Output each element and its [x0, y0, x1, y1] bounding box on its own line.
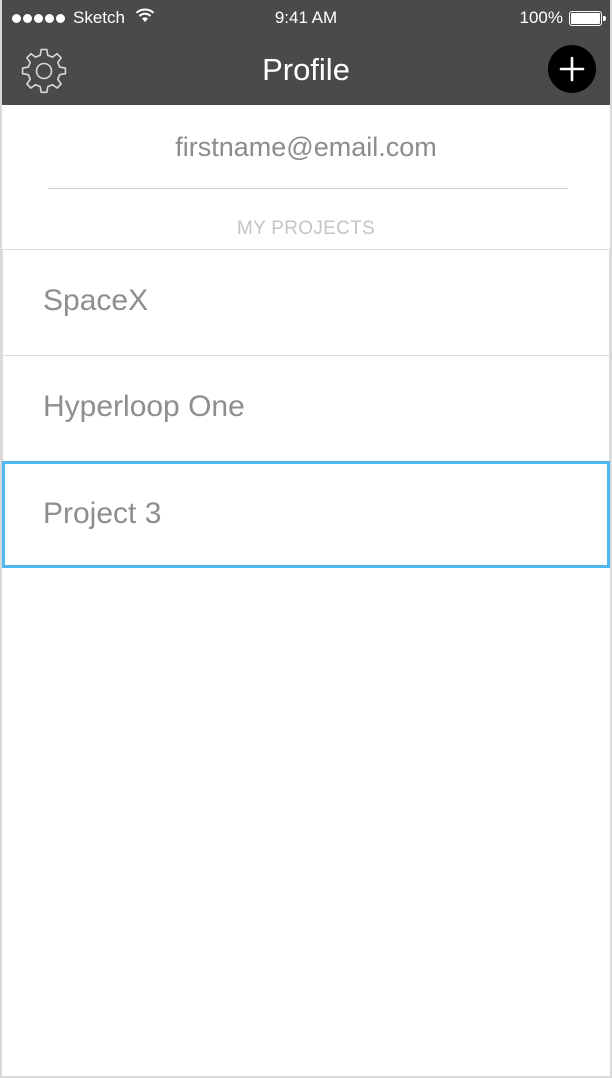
project-item-project-3[interactable]: Project 3 [2, 461, 610, 568]
user-email: firstname@email.com [175, 132, 437, 162]
status-right: 100% [519, 8, 606, 28]
battery-percentage: 100% [519, 8, 563, 27]
nav-bar: Profile [2, 38, 610, 105]
plus-icon [559, 56, 585, 82]
battery-icon [569, 10, 606, 26]
page-title: Profile [262, 52, 350, 87]
top-bar: Sketch 9:41 AM 100% Profile [2, 0, 610, 105]
divider [48, 188, 568, 189]
add-project-button[interactable] [548, 45, 596, 93]
project-label: Project 3 [43, 497, 162, 530]
project-label: Hyperloop One [43, 390, 245, 423]
project-label: SpaceX [43, 284, 149, 317]
project-list: SpaceX Hyperloop One Project 3 [2, 249, 610, 568]
project-item-spacex[interactable]: SpaceX [2, 249, 610, 356]
project-item-hyperloop-one[interactable]: Hyperloop One [2, 355, 610, 462]
section-header-my-projects: MY PROJECTS [236, 218, 376, 239]
app-screen: Sketch 9:41 AM 100% Profile firstname@em… [0, 0, 612, 1078]
status-bar: Sketch 9:41 AM 100% [2, 0, 610, 38]
